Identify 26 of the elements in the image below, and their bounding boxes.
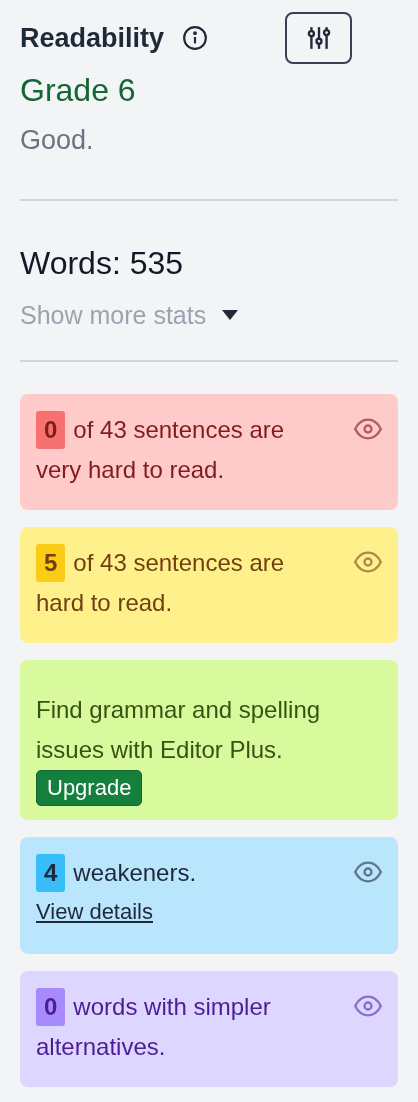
info-icon[interactable] <box>182 25 209 51</box>
view-details-link[interactable]: View details <box>36 895 153 928</box>
card-message: alternatives. <box>36 1032 166 1062</box>
grade-level: Grade 6 <box>20 71 137 110</box>
panel-title: Readability <box>20 21 165 55</box>
card-message: very hard to read. <box>36 455 225 485</box>
count-badge: 5 <box>36 544 66 582</box>
card-message: of 43 sentences are <box>73 548 285 578</box>
count-badge: 0 <box>36 411 66 449</box>
count-badge: 0 <box>36 988 66 1026</box>
caret-icon <box>222 310 239 321</box>
card-message: weakeners. <box>73 858 197 888</box>
eye-icon[interactable] <box>354 551 382 573</box>
grade-verdict: Good. <box>20 124 95 157</box>
card-message: Find grammar and spelling issues with Editor Plus. <box>36 695 322 765</box>
word-count: Words: 535 <box>20 243 185 283</box>
card-message: of 43 sentences are <box>73 415 285 445</box>
eye-icon[interactable] <box>354 418 382 440</box>
card-message: words with simpler <box>73 992 271 1022</box>
upgrade-button[interactable]: Upgrade <box>36 770 143 806</box>
settings-icon <box>305 25 332 51</box>
eye-icon[interactable] <box>354 861 382 883</box>
count-badge: 4 <box>36 854 66 892</box>
settings-button[interactable] <box>285 12 352 64</box>
card-message: hard to read. <box>36 588 173 618</box>
eye-icon[interactable] <box>354 995 382 1017</box>
